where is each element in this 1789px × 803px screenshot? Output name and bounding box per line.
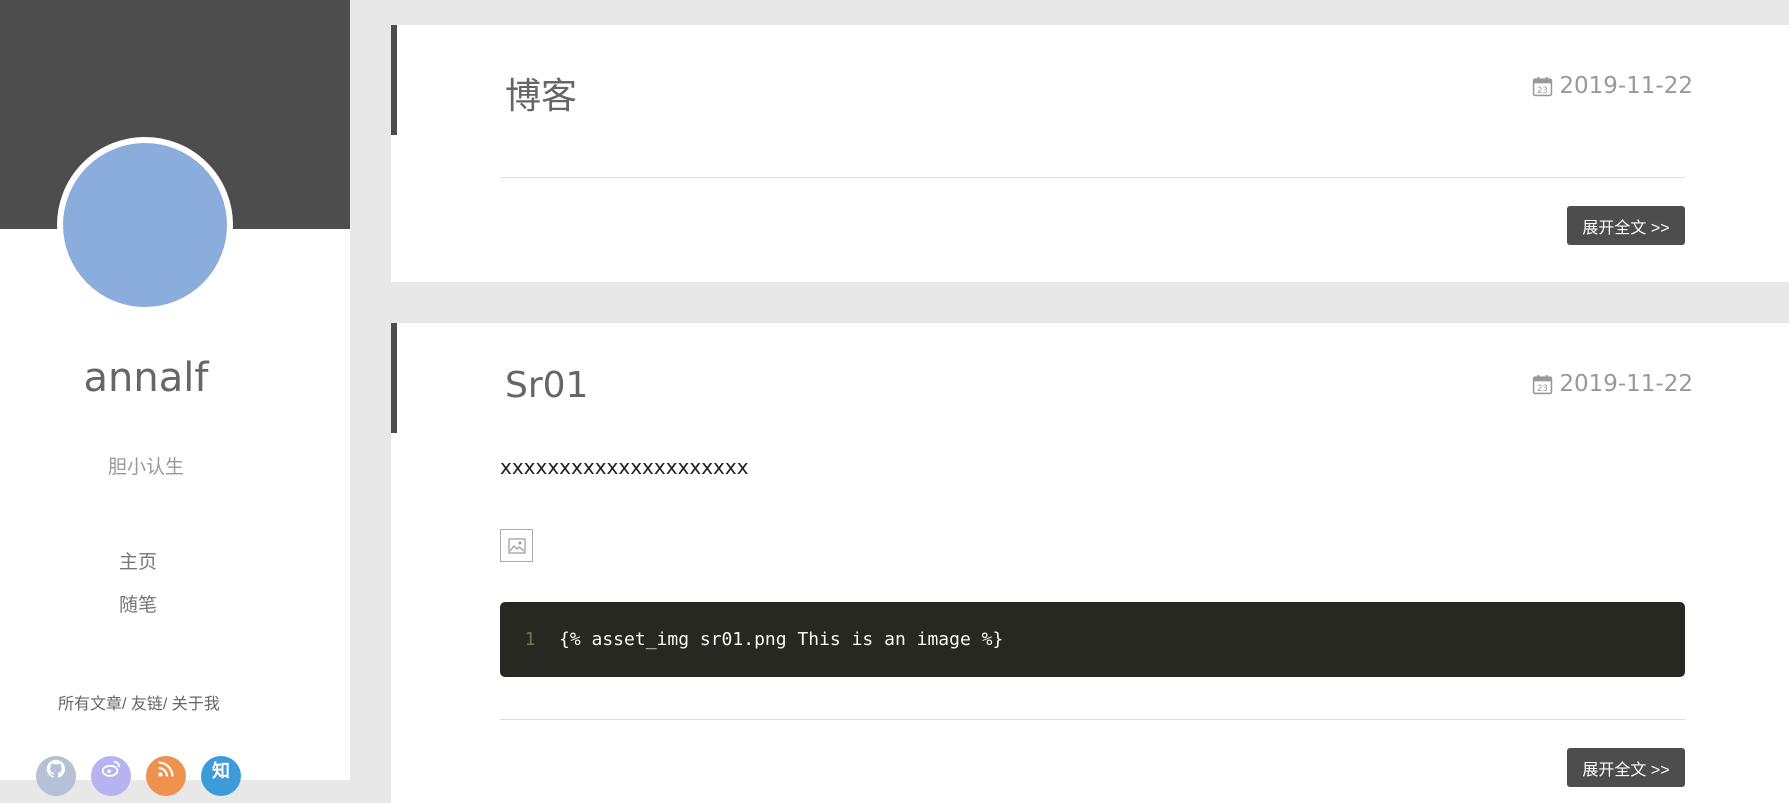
- article-date: 23 2019-11-22: [1532, 371, 1693, 397]
- article-divider: [500, 177, 1685, 178]
- article-card: Sr01 23 2019-11-22 xxxxxxxxxxxxxxxxxxxxx…: [391, 323, 1789, 803]
- author-name[interactable]: annalf: [0, 355, 292, 401]
- link-all-articles[interactable]: 所有文章/: [58, 696, 126, 713]
- weibo-icon[interactable]: [91, 756, 131, 796]
- rss-icon[interactable]: [146, 756, 186, 796]
- article-date: 23 2019-11-22: [1532, 73, 1693, 99]
- article-accent-bar: [391, 25, 397, 135]
- article-title[interactable]: 博客: [505, 67, 577, 119]
- social-links: 知: [36, 756, 241, 796]
- article-card: 博客 23 2019-11-22 展开全文 >>: [391, 25, 1789, 282]
- zhihu-icon[interactable]: 知: [201, 756, 241, 796]
- svg-text:23: 23: [1537, 84, 1548, 94]
- read-more-button[interactable]: 展开全文 >>: [1567, 206, 1685, 245]
- svg-text:23: 23: [1537, 382, 1548, 392]
- sidebar-nav: 主页 随笔: [0, 550, 276, 636]
- code-line-number: 1: [524, 629, 536, 650]
- calendar-icon: 23: [1532, 76, 1553, 97]
- article-title[interactable]: Sr01: [505, 365, 588, 406]
- read-more-button[interactable]: 展开全文 >>: [1567, 748, 1685, 787]
- main-content: 博客 23 2019-11-22 展开全文 >> Sr01 23 2019-11…: [391, 0, 1789, 803]
- article-excerpt: xxxxxxxxxxxxxxxxxxxxx: [500, 455, 749, 479]
- nav-item-home[interactable]: 主页: [0, 550, 276, 593]
- link-friends[interactable]: 友链/: [126, 696, 167, 713]
- code-text: {% asset_img sr01.png This is an image %…: [559, 629, 1004, 650]
- calendar-icon: 23: [1532, 374, 1553, 395]
- sub-links: 所有文章/ 友链/ 关于我: [58, 690, 220, 714]
- article-accent-bar: [391, 323, 397, 433]
- sidebar: annalf 胆小认生 主页 随笔 所有文章/ 友链/ 关于我 知: [0, 0, 350, 796]
- article-date-text: 2019-11-22: [1559, 371, 1693, 397]
- article-date-text: 2019-11-22: [1559, 73, 1693, 99]
- author-motto: 胆小认生: [107, 457, 184, 478]
- nav-item-essays[interactable]: 随笔: [0, 593, 276, 636]
- code-block: 1 {% asset_img sr01.png This is an image…: [500, 602, 1685, 677]
- github-icon[interactable]: [36, 756, 76, 796]
- zhihu-glyph: 知: [212, 761, 230, 781]
- avatar[interactable]: [57, 137, 233, 313]
- link-about-me[interactable]: 关于我: [167, 696, 220, 713]
- article-divider: [500, 719, 1685, 720]
- broken-image-icon: [500, 529, 533, 562]
